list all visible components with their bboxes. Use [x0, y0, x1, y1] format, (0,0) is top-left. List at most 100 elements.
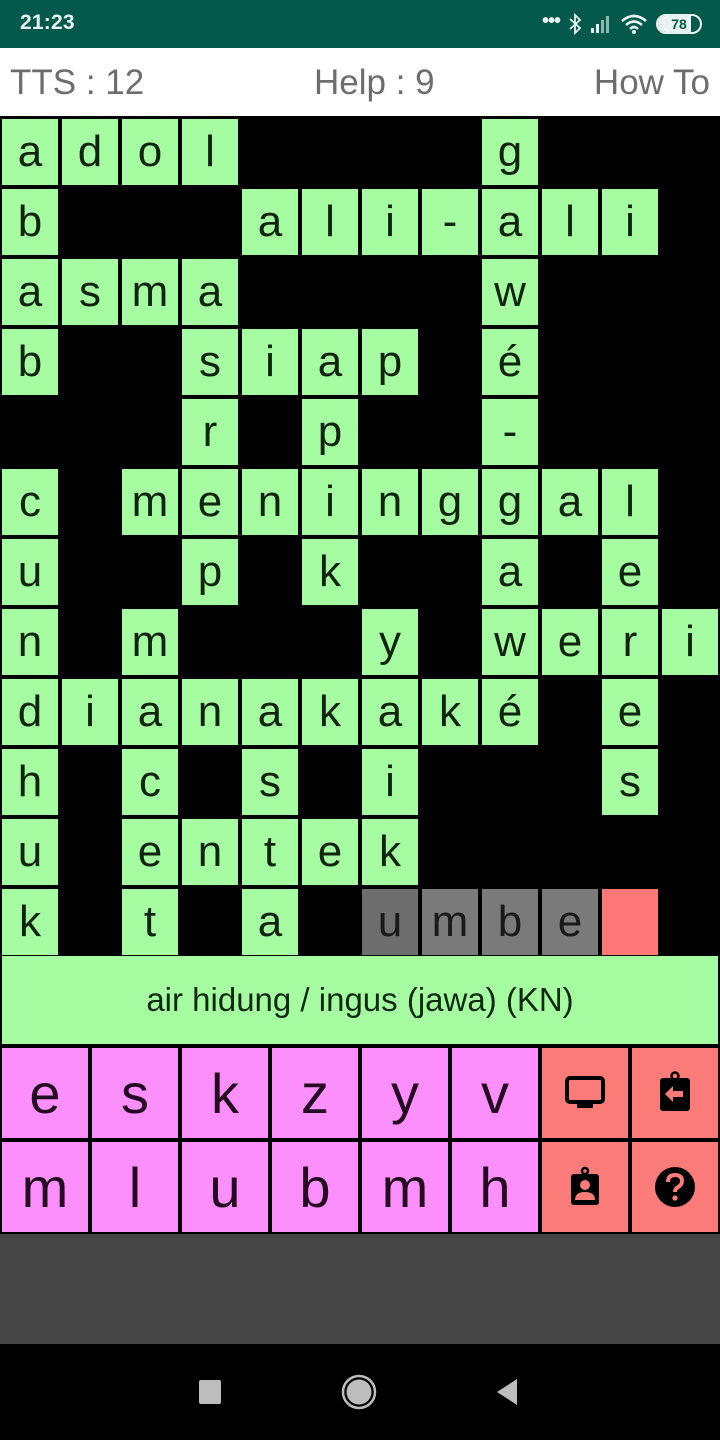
key-letter[interactable]: s	[92, 1048, 178, 1138]
grid-cell[interactable]: a	[362, 679, 418, 745]
grid-cell[interactable]: u	[2, 539, 58, 605]
key-letter[interactable]: m	[362, 1142, 448, 1232]
key-letter[interactable]: m	[2, 1142, 88, 1232]
grid-cell[interactable]: i	[302, 469, 358, 535]
account-badge-button[interactable]	[542, 1142, 628, 1232]
grid-cell[interactable]: k	[2, 889, 58, 955]
grid-cell[interactable]: m	[122, 469, 178, 535]
grid-cell[interactable]: e	[182, 469, 238, 535]
grid-cell[interactable]: l	[182, 119, 238, 185]
grid-cell[interactable]: c	[122, 749, 178, 815]
grid-cell[interactable]: i	[242, 329, 298, 395]
grid-cell[interactable]: n	[182, 679, 238, 745]
grid-cell[interactable]: e	[122, 819, 178, 885]
grid-cell[interactable]: m	[122, 259, 178, 325]
grid-cell[interactable]: y	[362, 609, 418, 675]
key-letter[interactable]: y	[362, 1048, 448, 1138]
grid-cell[interactable]: u	[2, 819, 58, 885]
grid-cell[interactable]: i	[662, 609, 718, 675]
grid-cell[interactable]: a	[2, 259, 58, 325]
grid-cell[interactable]: a	[242, 679, 298, 745]
grid-cell[interactable]: é	[482, 329, 538, 395]
display-button[interactable]	[542, 1048, 628, 1138]
grid-cell[interactable]: n	[242, 469, 298, 535]
grid-cell[interactable]: -	[422, 189, 478, 255]
grid-cell-guess[interactable]: b	[482, 889, 538, 955]
grid-cell[interactable]: d	[2, 679, 58, 745]
grid-cell[interactable]: s	[182, 329, 238, 395]
grid-cell[interactable]: e	[602, 539, 658, 605]
grid-cell[interactable]: e	[302, 819, 358, 885]
grid-cell[interactable]: d	[62, 119, 118, 185]
grid-cell[interactable]: a	[482, 189, 538, 255]
grid-cell[interactable]: a	[182, 259, 238, 325]
grid-cell[interactable]: p	[302, 399, 358, 465]
key-letter[interactable]: k	[182, 1048, 268, 1138]
grid-cell[interactable]: l	[602, 469, 658, 535]
key-letter[interactable]: l	[92, 1142, 178, 1232]
home-button[interactable]	[337, 1370, 381, 1414]
grid-cell[interactable]: a	[2, 119, 58, 185]
tts-counter[interactable]: TTS : 12	[10, 63, 144, 103]
grid-cell[interactable]: a	[302, 329, 358, 395]
grid-cell[interactable]: p	[362, 329, 418, 395]
grid-cell-active[interactable]	[602, 889, 658, 955]
grid-cell[interactable]: t	[122, 889, 178, 955]
key-letter[interactable]: v	[452, 1048, 538, 1138]
grid-cell[interactable]: a	[242, 889, 298, 955]
grid-cell[interactable]: p	[182, 539, 238, 605]
grid-cell[interactable]: l	[542, 189, 598, 255]
help-button[interactable]	[632, 1142, 718, 1232]
grid-cell[interactable]: t	[242, 819, 298, 885]
grid-cell[interactable]: k	[302, 679, 358, 745]
grid-cell[interactable]: i	[62, 679, 118, 745]
key-letter[interactable]: e	[2, 1048, 88, 1138]
grid-cell[interactable]: -	[482, 399, 538, 465]
key-letter[interactable]: z	[272, 1048, 358, 1138]
recents-button[interactable]	[188, 1370, 232, 1414]
grid-cell[interactable]: r	[182, 399, 238, 465]
grid-cell[interactable]: a	[242, 189, 298, 255]
grid-cell-guess[interactable]: e	[542, 889, 598, 955]
grid-cell[interactable]: a	[122, 679, 178, 745]
key-letter[interactable]: u	[182, 1142, 268, 1232]
grid-cell[interactable]: s	[602, 749, 658, 815]
grid-cell[interactable]: g	[482, 119, 538, 185]
grid-cell[interactable]: n	[182, 819, 238, 885]
grid-cell[interactable]: c	[2, 469, 58, 535]
grid-cell[interactable]: i	[602, 189, 658, 255]
grid-cell[interactable]: é	[482, 679, 538, 745]
back-button[interactable]	[485, 1370, 529, 1414]
grid-cell[interactable]: a	[542, 469, 598, 535]
grid-cell[interactable]: g	[482, 469, 538, 535]
grid-cell-guess[interactable]: m	[422, 889, 478, 955]
grid-cell[interactable]: k	[422, 679, 478, 745]
grid-cell[interactable]: m	[122, 609, 178, 675]
grid-cell[interactable]: g	[422, 469, 478, 535]
grid-cell[interactable]: w	[482, 259, 538, 325]
grid-cell[interactable]: o	[122, 119, 178, 185]
grid-cell[interactable]: a	[482, 539, 538, 605]
grid-cell[interactable]: b	[2, 189, 58, 255]
grid-cell[interactable]: r	[602, 609, 658, 675]
grid-cell[interactable]: w	[482, 609, 538, 675]
grid-cell[interactable]: h	[2, 749, 58, 815]
grid-cell[interactable]: i	[362, 749, 418, 815]
grid-cell[interactable]: n	[2, 609, 58, 675]
grid-cell[interactable]: s	[242, 749, 298, 815]
grid-cell[interactable]: e	[542, 609, 598, 675]
grid-cell[interactable]: b	[2, 329, 58, 395]
grid-cell-guess[interactable]: u	[362, 889, 418, 955]
grid-cell[interactable]: l	[302, 189, 358, 255]
grid-cell[interactable]: k	[302, 539, 358, 605]
grid-cell[interactable]: k	[362, 819, 418, 885]
help-counter[interactable]: Help : 9	[314, 63, 435, 103]
back-clipboard-button[interactable]	[632, 1048, 718, 1138]
key-letter[interactable]: b	[272, 1142, 358, 1232]
key-letter[interactable]: h	[452, 1142, 538, 1232]
grid-cell[interactable]: n	[362, 469, 418, 535]
grid-cell[interactable]: e	[602, 679, 658, 745]
grid-cell[interactable]: s	[62, 259, 118, 325]
grid-cell[interactable]: i	[362, 189, 418, 255]
how-to-link[interactable]: How To	[594, 63, 710, 103]
